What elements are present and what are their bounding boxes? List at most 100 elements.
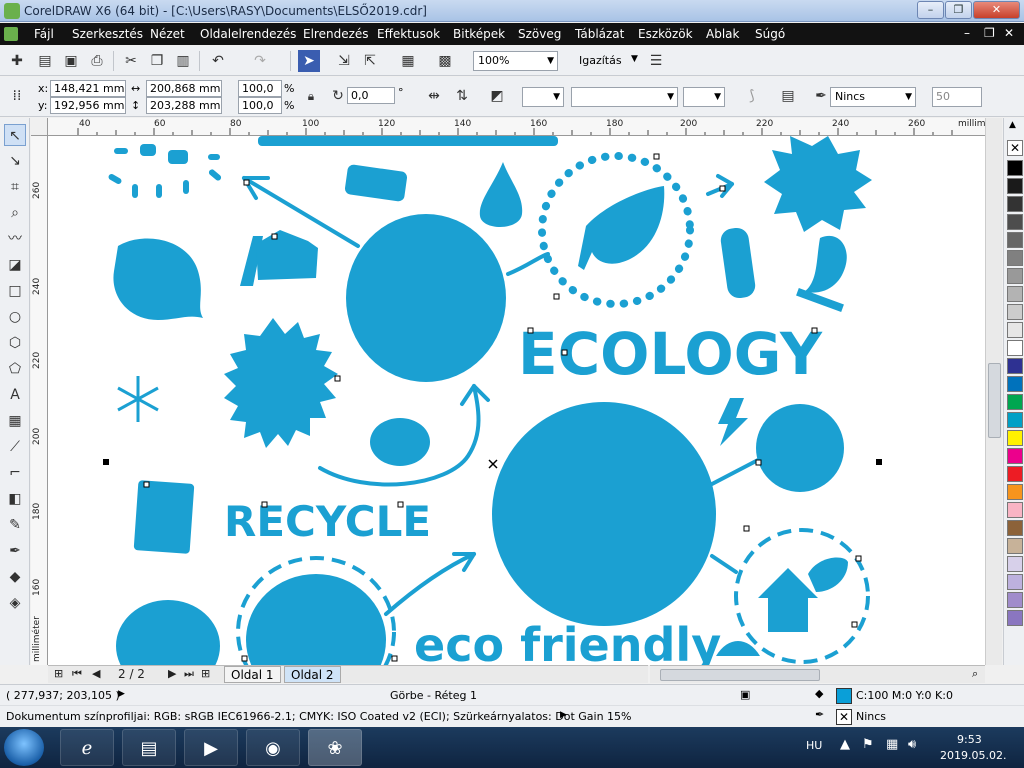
clock-time[interactable]: 9:53	[957, 733, 982, 746]
doc-close-button[interactable]: ✕	[1004, 26, 1014, 40]
color-swatch[interactable]	[1007, 376, 1023, 392]
outline-tool-icon[interactable]: ✒	[4, 540, 26, 562]
eco-artwork[interactable]: ECOLOGY RECYCLE eco friendly	[48, 136, 985, 665]
wrap-text-icon[interactable]: ▤	[777, 85, 799, 107]
coords-arrow-icon[interactable]: ▶	[118, 689, 125, 699]
close-button[interactable]: ✕	[973, 1, 1020, 19]
color-swatch[interactable]	[1007, 304, 1023, 320]
copy-icon[interactable]: ❐	[146, 50, 168, 72]
show-hidden-icons-icon[interactable]: ▲	[840, 737, 850, 752]
menu-table[interactable]: Táblázat	[575, 27, 624, 41]
language-indicator[interactable]: HU	[806, 739, 822, 752]
color-swatch[interactable]	[1007, 322, 1023, 338]
menu-effects[interactable]: Effektusok	[377, 27, 440, 41]
x-position-input[interactable]: 148,421 mm	[50, 80, 126, 97]
color-swatch[interactable]	[1007, 286, 1023, 302]
color-swatch[interactable]	[1007, 358, 1023, 374]
chrome-icon[interactable]: ◉	[246, 729, 300, 766]
menu-view[interactable]: Nézet	[150, 27, 185, 41]
add-page-after-icon[interactable]: ⊞	[201, 667, 210, 680]
vertical-scrollbar[interactable]	[985, 118, 1002, 665]
last-page-icon[interactable]: ⏭	[184, 667, 194, 681]
shape-tool-icon[interactable]: ↘	[4, 150, 26, 172]
color-swatch[interactable]	[1007, 412, 1023, 428]
start-arrow-dropdown[interactable]: ▼	[522, 87, 564, 107]
previous-page-icon[interactable]: ◀	[92, 667, 100, 680]
height-input[interactable]: 203,288 mm	[146, 97, 222, 114]
interactive-tool-icon[interactable]: ◧	[4, 488, 26, 510]
maximize-button[interactable]: ❐	[945, 1, 972, 19]
coreldraw-taskbar-icon[interactable]: ❀	[308, 729, 362, 766]
color-swatch[interactable]	[1007, 502, 1023, 518]
fill-tool-icon[interactable]: ◆	[4, 566, 26, 588]
color-swatch[interactable]	[1007, 196, 1023, 212]
menu-arrange[interactable]: Elrendezés	[303, 27, 369, 41]
color-profile-info[interactable]: Dokumentum színprofiljai: RGB: sRGB IEC6…	[6, 710, 632, 723]
menu-layout[interactable]: Oldalelrendezés	[200, 27, 296, 41]
clock-date[interactable]: 2019.05.02.	[940, 749, 1006, 762]
color-swatch[interactable]	[1007, 232, 1023, 248]
color-swatch[interactable]	[1007, 538, 1023, 554]
color-swatch[interactable]	[1007, 556, 1023, 572]
color-swatch[interactable]	[1007, 466, 1023, 482]
media-player-icon[interactable]: ▶	[184, 729, 238, 766]
width-input[interactable]: 200,868 mm	[146, 80, 222, 97]
pick-tool-icon[interactable]: ↖	[4, 124, 26, 146]
lock-ratio-icon[interactable]: 🔒︎	[300, 85, 322, 107]
text-size-input[interactable]: 50	[932, 87, 982, 107]
menu-bitmaps[interactable]: Bitképek	[453, 27, 505, 41]
y-position-input[interactable]: 192,956 mm	[50, 97, 126, 114]
palette-up-icon[interactable]: ▲	[1009, 120, 1016, 130]
tab-page-2[interactable]: Oldal 2	[284, 666, 341, 683]
menu-help[interactable]: Súgó	[755, 27, 785, 41]
add-page-before-icon[interactable]: ⊞	[54, 667, 63, 680]
profile-arrow-icon[interactable]: ▶	[560, 710, 567, 720]
rectangle-tool-icon[interactable]: □	[4, 280, 26, 302]
eyedropper-tool-icon[interactable]: ✎	[4, 514, 26, 536]
horizontal-scrollbar[interactable]: ⌕	[650, 665, 985, 683]
print-icon[interactable]: ⎙	[86, 50, 108, 72]
end-arrow-dropdown[interactable]: ▼	[683, 87, 725, 107]
new-document-icon[interactable]: ✚	[6, 50, 28, 72]
smart-fill-icon[interactable]: ◪	[4, 254, 26, 276]
options-icon[interactable]: ☰	[645, 50, 667, 72]
tab-page-1[interactable]: Oldal 1	[224, 666, 281, 683]
flag-icon[interactable]: ⚑	[862, 737, 874, 752]
file-explorer-icon[interactable]: ▤	[122, 729, 176, 766]
next-page-icon[interactable]: ▶	[168, 667, 176, 680]
corel-connect-icon[interactable]: ➤	[298, 50, 320, 72]
document-icon[interactable]	[4, 27, 18, 41]
color-swatch[interactable]	[1007, 340, 1023, 356]
color-swatch[interactable]	[1007, 592, 1023, 608]
zoom-tool-icon[interactable]: ⌕	[4, 202, 26, 224]
mirror-horizontal-icon[interactable]: ⇹	[423, 85, 445, 107]
no-outline-swatch[interactable]: ✕	[836, 709, 852, 725]
ellipse-tool-icon[interactable]: ○	[4, 306, 26, 328]
zoom-navigator-icon[interactable]: ⌕	[972, 667, 978, 681]
color-swatch[interactable]	[1007, 448, 1023, 464]
snap-chevron-down-icon[interactable]: ▼	[631, 54, 638, 64]
application-launcher-icon[interactable]: ▩	[434, 50, 456, 72]
eco-friendly-text[interactable]: eco friendly	[414, 618, 721, 665]
no-color-swatch[interactable]: ✕	[1007, 140, 1023, 156]
snap-to-label[interactable]: Igazítás	[579, 54, 622, 67]
internet-explorer-icon[interactable]: ℯ	[60, 729, 114, 766]
color-swatch[interactable]	[1007, 520, 1023, 536]
start-button[interactable]	[4, 729, 44, 766]
connector-tool-icon[interactable]: ⌐	[4, 462, 26, 484]
polygon-tool-icon[interactable]: ⬡	[4, 332, 26, 354]
basic-shapes-icon[interactable]: ⬠	[4, 358, 26, 380]
redo-icon[interactable]: ↷	[249, 50, 271, 72]
import-icon[interactable]: ⇲	[333, 50, 355, 72]
color-swatch[interactable]	[1007, 250, 1023, 266]
doc-minimize-button[interactable]: –	[964, 26, 970, 40]
object-origin-icon[interactable]: ⁞⁞	[6, 85, 28, 107]
cut-icon[interactable]: ✂	[120, 50, 142, 72]
color-swatch[interactable]	[1007, 160, 1023, 176]
freehand-tool-icon[interactable]: 〰	[4, 228, 26, 250]
color-swatch[interactable]	[1007, 484, 1023, 500]
horizontal-ruler[interactable]: 40 60 80 100 120 140 160 180 200 220 240…	[48, 118, 1000, 136]
horizontal-scroll-thumb[interactable]	[660, 669, 820, 681]
vertical-ruler[interactable]: 260 240 220 200 180 160 milliméter	[31, 136, 48, 665]
table-tool-icon[interactable]: ▦	[4, 410, 26, 432]
